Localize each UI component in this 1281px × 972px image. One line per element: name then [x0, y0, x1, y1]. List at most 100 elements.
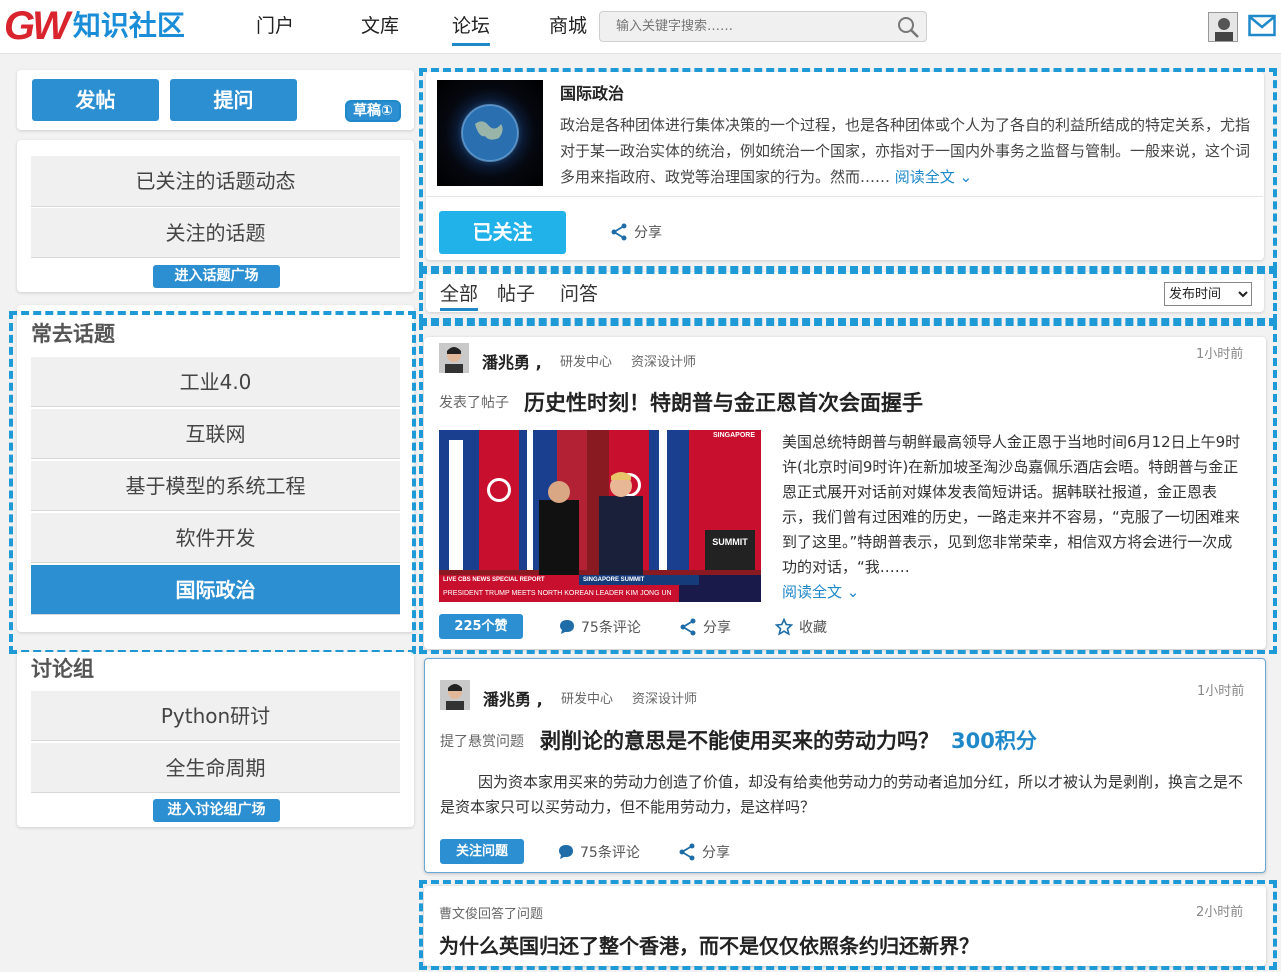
- question-title[interactable]: 剥削论的意思是不能使用买来的劳动力吗？ 300积分: [540, 725, 1037, 755]
- topic-read-more-label: 阅读全文: [894, 168, 955, 186]
- image-caption: PRESIDENT TRUMP MEETS NORTH KOREAN LEADE…: [443, 590, 672, 597]
- author-name[interactable]: 潘兆勇 ,: [483, 686, 543, 710]
- comment-icon: [560, 620, 574, 634]
- user-avatar[interactable]: [1208, 12, 1238, 42]
- post-title[interactable]: 历史性时刻！特朗普与金正恩首次会面握手: [524, 387, 923, 417]
- share-label: 分享: [703, 620, 731, 636]
- follow-question-button[interactable]: 关注问题: [440, 839, 524, 864]
- topic-description: 政治是各种团体进行集体决策的一个过程，也是各种团体或个人为了各自的利益所结成的特…: [560, 112, 1250, 190]
- image-corner-label: SUMMIT: [712, 537, 748, 547]
- nav-forum[interactable]: 论坛: [452, 0, 491, 54]
- group-item[interactable]: Python研讨: [31, 691, 400, 741]
- author-avatar-icon: [440, 680, 470, 710]
- question-title-text: 剥削论的意思是不能使用买来的劳动力吗？: [540, 729, 939, 753]
- logo[interactable]: GW 知识社区: [4, 4, 185, 48]
- top-header: GW 知识社区 门户 文库 论坛 商城: [0, 0, 1281, 54]
- frequent-topic-item[interactable]: 互联网: [31, 409, 400, 459]
- groups-title: 讨论组: [31, 657, 94, 681]
- star-icon: [775, 618, 793, 636]
- followed-topics[interactable]: 关注的话题: [31, 208, 400, 258]
- search-input[interactable]: [600, 12, 880, 41]
- nav-library[interactable]: 文库: [361, 0, 399, 54]
- comments-button[interactable]: 75条评论: [558, 842, 640, 862]
- comments-button[interactable]: 75条评论: [559, 617, 641, 637]
- followed-button[interactable]: 已关注: [439, 211, 566, 254]
- chevron-down-icon: ⌄: [842, 583, 860, 601]
- tab-posts[interactable]: 帖子: [497, 279, 535, 306]
- user-avatar-icon: [1209, 13, 1237, 41]
- post-time: 1小时前: [1196, 347, 1244, 362]
- frequent-topic-item-active[interactable]: 国际政治: [31, 565, 400, 615]
- image-banner-summit: SINGAPORE SUMMIT: [583, 577, 645, 583]
- ask-button[interactable]: 提问: [170, 79, 297, 121]
- post-body-text: 美国总统特朗普与朝鲜最高领导人金正恩于当地时间6月12日上午9时许(北京时间9时…: [782, 433, 1241, 576]
- post-image[interactable]: SINGAPORE SUMMIT LIVE CBS NEWS SPECIAL R…: [439, 430, 761, 602]
- followed-topic-feed[interactable]: 已关注的话题动态: [31, 156, 400, 207]
- image-banner-top: SINGAPORE: [712, 432, 755, 439]
- tab-all[interactable]: 全部: [440, 279, 479, 311]
- divider: [427, 196, 1263, 197]
- comments-label: 75条评论: [581, 620, 641, 636]
- answer-title[interactable]: 为什么英国归还了整个香港，而不是仅仅依照条约归还新界？: [439, 930, 979, 959]
- tab-qa[interactable]: 问答: [560, 279, 598, 306]
- topic-image-earth: [437, 80, 543, 186]
- group-item[interactable]: 全生命周期: [31, 743, 400, 793]
- post-body: 美国总统特朗普与朝鲜最高领导人金正恩于当地时间6月12日上午9时许(北京时间9时…: [782, 430, 1244, 605]
- frequent-topic-item[interactable]: 基于模型的系统工程: [31, 461, 400, 511]
- author-avatar[interactable]: [440, 680, 470, 710]
- author-avatar[interactable]: [439, 343, 469, 373]
- share-label: 分享: [702, 845, 730, 861]
- share-icon: [611, 223, 627, 241]
- favorite-button[interactable]: 收藏: [775, 617, 827, 637]
- share-label: 分享: [634, 225, 662, 241]
- earth-image: [461, 104, 519, 162]
- share-icon: [679, 843, 695, 861]
- post-time: 2小时前: [1196, 905, 1244, 920]
- topic-read-more[interactable]: 阅读全文 ⌄: [895, 168, 972, 186]
- answer-action: 曹文俊回答了问题: [439, 907, 544, 922]
- tabs-bar: [426, 272, 1264, 312]
- author-name[interactable]: 潘兆勇 ,: [482, 349, 542, 373]
- question-body: 因为资本家用买来的劳动力创造了价值，却没有给卖他劳动力的劳动者追加分红，所以才被…: [440, 773, 1244, 816]
- post-action: 提了悬赏问题: [440, 734, 524, 750]
- feed-card-post: 潘兆勇 , 研发中心 资深设计师 1小时前 发表了帖子 历史性时刻！特朗普与金正…: [424, 337, 1266, 649]
- bounty-points: 300积分: [951, 729, 1037, 753]
- frequent-topic-item[interactable]: 软件开发: [31, 513, 400, 563]
- group-square-button[interactable]: 进入讨论组广场: [153, 799, 280, 822]
- post-button[interactable]: 发帖: [32, 79, 159, 121]
- comments-label: 75条评论: [580, 845, 640, 861]
- nav-mall[interactable]: 商城: [549, 0, 587, 54]
- post-read-more[interactable]: 阅读全文 ⌄: [782, 583, 859, 601]
- frequent-topics-title: 常去话题: [31, 322, 115, 346]
- author-role: 资深设计师: [631, 355, 697, 370]
- author-name-text: 潘兆勇: [482, 353, 531, 372]
- likes-button[interactable]: 225个赞: [439, 614, 523, 639]
- post-time: 1小时前: [1197, 684, 1245, 699]
- favorite-label: 收藏: [799, 620, 827, 636]
- share-button[interactable]: 分享: [679, 617, 731, 637]
- logo-text: 知识社区: [72, 9, 185, 42]
- feed-card-question: 潘兆勇 , 研发中心 资深设计师 1小时前 提了悬赏问题 剥削论的意思是不能使用…: [424, 658, 1266, 873]
- mail-icon[interactable]: [1248, 14, 1276, 38]
- author-dept: 研发中心: [561, 692, 614, 707]
- author-name-text: 潘兆勇: [483, 690, 532, 709]
- post-read-more-label: 阅读全文: [782, 583, 843, 601]
- topic-title: 国际政治: [560, 84, 625, 103]
- feed-card-answer: 曹文俊回答了问题 2小时前 为什么英国归还了整个香港，而不是仅仅依照条约归还新界…: [424, 886, 1266, 966]
- topic-square-button[interactable]: 进入话题广场: [153, 265, 280, 288]
- share-button[interactable]: 分享: [678, 842, 730, 862]
- author-role: 资深设计师: [632, 692, 698, 707]
- author-avatar-icon: [439, 343, 469, 373]
- search-box: [599, 11, 927, 42]
- frequent-topic-item[interactable]: 工业4.0: [31, 357, 400, 407]
- comment-icon: [559, 845, 573, 859]
- topic-share-button[interactable]: 分享: [610, 222, 662, 242]
- logo-mark: GW: [4, 4, 70, 48]
- search-icon[interactable]: [896, 15, 920, 39]
- sort-select[interactable]: 发布时间: [1164, 282, 1252, 306]
- main-nav: 门户 文库 论坛 商城: [256, 0, 587, 54]
- share-icon: [680, 618, 696, 636]
- chevron-down-icon: ⌄: [954, 168, 973, 186]
- draft-badge[interactable]: 草稿①: [345, 100, 401, 122]
- nav-portal[interactable]: 门户: [256, 0, 294, 54]
